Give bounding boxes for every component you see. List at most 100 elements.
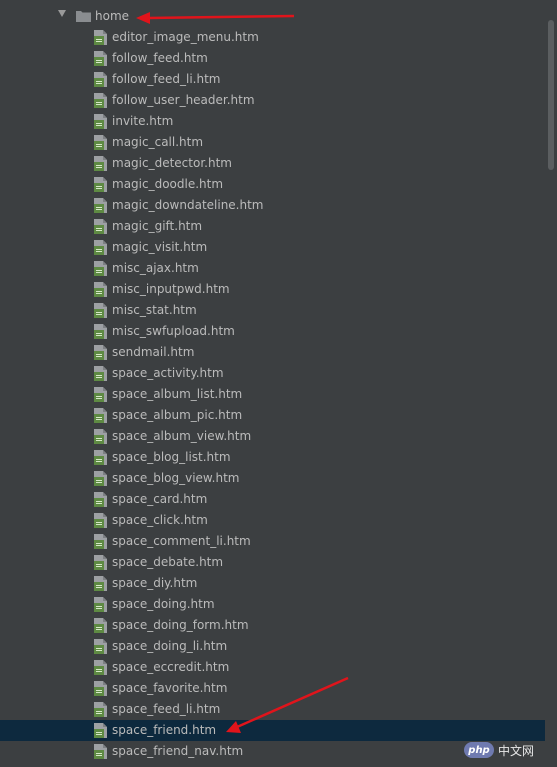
tree-file-row[interactable]: space_diy.htm	[0, 573, 545, 594]
html-file-icon	[94, 93, 107, 108]
tree-folder-home[interactable]: home	[0, 6, 545, 27]
file-label: space_friend.htm	[112, 723, 217, 737]
scrollbar-thumb[interactable]	[548, 20, 554, 170]
tree-file-row[interactable]: space_album_list.htm	[0, 384, 545, 405]
tree-file-row[interactable]: follow_user_header.htm	[0, 90, 545, 111]
file-label: space_album_list.htm	[112, 387, 243, 401]
tree-file-row[interactable]: space_eccredit.htm	[0, 657, 545, 678]
tree-file-row[interactable]: misc_swfupload.htm	[0, 321, 545, 342]
file-label: space_feed_li.htm	[112, 702, 221, 716]
html-file-icon	[94, 240, 107, 255]
file-label: space_comment_li.htm	[112, 534, 251, 548]
tree-file-row[interactable]: misc_inputpwd.htm	[0, 279, 545, 300]
file-label: magic_gift.htm	[112, 219, 203, 233]
tree-file-row[interactable]: space_favorite.htm	[0, 678, 545, 699]
html-file-icon	[94, 618, 107, 633]
html-file-icon	[94, 135, 107, 150]
tree-file-row[interactable]: follow_feed.htm	[0, 48, 545, 69]
html-file-icon	[94, 177, 107, 192]
file-label: space_album_pic.htm	[112, 408, 243, 422]
html-file-icon	[94, 303, 107, 318]
html-file-icon	[94, 429, 107, 444]
html-file-icon	[94, 639, 107, 654]
file-label: space_doing.htm	[112, 597, 215, 611]
file-label: follow_user_header.htm	[112, 93, 255, 107]
tree-file-row-selected[interactable]: space_friend.htm	[0, 720, 545, 741]
vertical-scrollbar[interactable]	[545, 0, 557, 767]
tree-file-row[interactable]: space_doing_li.htm	[0, 636, 545, 657]
html-file-icon	[94, 282, 107, 297]
file-label: space_doing_li.htm	[112, 639, 228, 653]
tree-file-row[interactable]: magic_visit.htm	[0, 237, 545, 258]
file-label: invite.htm	[112, 114, 174, 128]
file-label: space_blog_list.htm	[112, 450, 231, 464]
html-file-icon	[94, 681, 107, 696]
tree-file-row[interactable]: space_activity.htm	[0, 363, 545, 384]
file-label: misc_stat.htm	[112, 303, 197, 317]
tree-file-row[interactable]: magic_detector.htm	[0, 153, 545, 174]
tree-file-row[interactable]: space_album_pic.htm	[0, 405, 545, 426]
file-label: magic_visit.htm	[112, 240, 208, 254]
file-label: space_diy.htm	[112, 576, 198, 590]
tree-file-row[interactable]: misc_stat.htm	[0, 300, 545, 321]
tree-file-row[interactable]: invite.htm	[0, 111, 545, 132]
html-file-icon	[94, 660, 107, 675]
tree-file-row[interactable]: editor_image_menu.htm	[0, 27, 545, 48]
file-label: sendmail.htm	[112, 345, 195, 359]
html-file-icon	[94, 30, 107, 45]
file-label: misc_inputpwd.htm	[112, 282, 230, 296]
project-file-tree: home editor_image_menu.htm follow_feed.ht…	[0, 0, 545, 767]
file-label: magic_doodle.htm	[112, 177, 224, 191]
tree-file-row[interactable]: space_debate.htm	[0, 552, 545, 573]
file-label: space_debate.htm	[112, 555, 224, 569]
file-label: follow_feed_li.htm	[112, 72, 221, 86]
file-label: magic_detector.htm	[112, 156, 232, 170]
html-file-icon	[94, 408, 107, 423]
tree-file-row[interactable]: magic_gift.htm	[0, 216, 545, 237]
tree-file-row[interactable]: magic_doodle.htm	[0, 174, 545, 195]
tree-file-row[interactable]: follow_feed_li.htm	[0, 69, 545, 90]
html-file-icon	[94, 219, 107, 234]
file-label: space_activity.htm	[112, 366, 224, 380]
html-file-icon	[94, 198, 107, 213]
html-file-icon	[94, 51, 107, 66]
html-file-icon	[94, 324, 107, 339]
tree-file-row[interactable]: sendmail.htm	[0, 342, 545, 363]
folder-label: home	[95, 9, 130, 23]
file-label: space_blog_view.htm	[112, 471, 240, 485]
file-label: space_favorite.htm	[112, 681, 228, 695]
tree-file-row[interactable]: space_doing_form.htm	[0, 615, 545, 636]
html-file-icon	[94, 261, 107, 276]
folder-icon	[76, 11, 91, 22]
html-file-icon	[94, 555, 107, 570]
tree-file-row[interactable]: space_album_view.htm	[0, 426, 545, 447]
html-file-icon	[94, 744, 107, 759]
html-file-icon	[94, 450, 107, 465]
tree-file-row[interactable]: space_click.htm	[0, 510, 545, 531]
tree-file-row[interactable]: space_blog_view.htm	[0, 468, 545, 489]
html-file-icon	[94, 471, 107, 486]
html-file-icon	[94, 345, 107, 360]
tree-file-row[interactable]: misc_ajax.htm	[0, 258, 545, 279]
tree-file-row[interactable]: magic_call.htm	[0, 132, 545, 153]
file-label: space_click.htm	[112, 513, 208, 527]
html-file-icon	[94, 72, 107, 87]
file-label: editor_image_menu.htm	[112, 30, 259, 44]
tree-file-row[interactable]: space_card.htm	[0, 489, 545, 510]
file-label: misc_swfupload.htm	[112, 324, 235, 338]
tree-file-row[interactable]: space_doing.htm	[0, 594, 545, 615]
tree-file-row[interactable]: space_comment_li.htm	[0, 531, 545, 552]
tree-file-row[interactable]: magic_downdateline.htm	[0, 195, 545, 216]
html-file-icon	[94, 387, 107, 402]
html-file-icon	[94, 114, 107, 129]
html-file-icon	[94, 576, 107, 591]
expand-arrow-icon[interactable]	[58, 10, 66, 17]
html-file-icon	[94, 534, 107, 549]
site-watermark: php 中文网	[464, 741, 534, 759]
tree-file-row[interactable]: space_feed_li.htm	[0, 699, 545, 720]
tree-file-row[interactable]: space_blog_list.htm	[0, 447, 545, 468]
watermark-logo: php	[464, 742, 494, 758]
html-file-icon	[94, 597, 107, 612]
file-label: space_album_view.htm	[112, 429, 252, 443]
tree-row-partial[interactable]	[0, 0, 545, 3]
